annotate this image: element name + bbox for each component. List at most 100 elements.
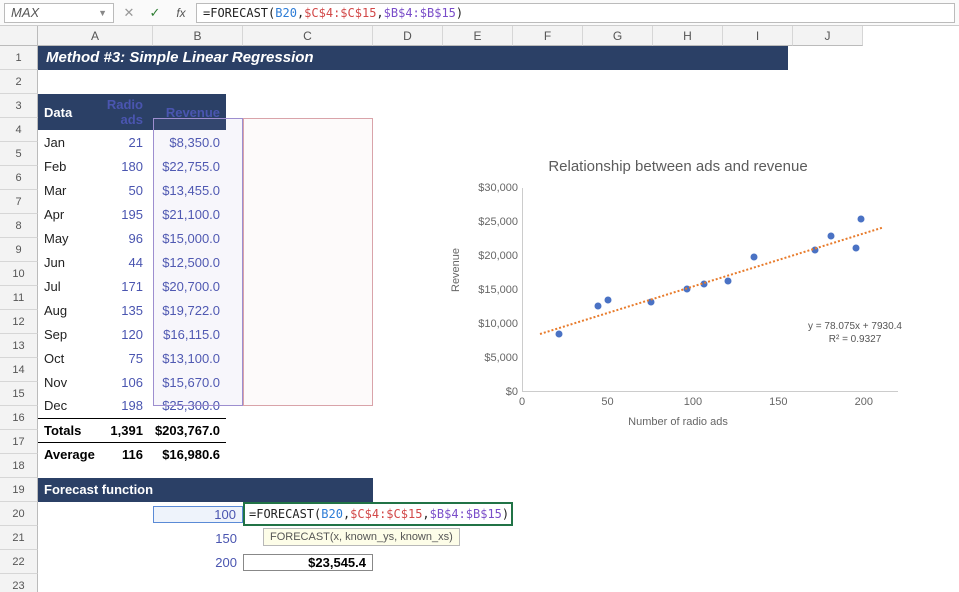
col-header-D[interactable]: D [373, 26, 443, 46]
forecast-input-1[interactable]: 150 [153, 531, 243, 546]
name-box-text: MAX [11, 5, 39, 20]
row-header-14[interactable]: 14 [0, 358, 38, 382]
col-header-A[interactable]: A [38, 26, 153, 46]
col-header-I[interactable]: I [723, 26, 793, 46]
cell-month[interactable]: Apr [38, 202, 101, 226]
row-header-1[interactable]: 1 [0, 46, 38, 70]
forecast-result-2[interactable]: $23,545.4 [243, 554, 373, 571]
row-header-7[interactable]: 7 [0, 190, 38, 214]
forecast-input-0[interactable]: 100 [153, 506, 243, 523]
row-header-20[interactable]: 20 [0, 502, 38, 526]
cell-ads[interactable]: 21 [101, 130, 149, 154]
cell-month[interactable]: May [38, 226, 101, 250]
row-header-18[interactable]: 18 [0, 454, 38, 478]
select-all-corner[interactable] [0, 26, 38, 46]
scatter-chart[interactable]: Relationship between ads and revenue Rev… [438, 152, 918, 446]
cell-month[interactable]: Sep [38, 322, 101, 346]
cell-label[interactable]: Totals [38, 418, 101, 442]
cell-month[interactable]: Dec [38, 394, 101, 418]
cell-ads[interactable]: 180 [101, 154, 149, 178]
chart-title: Relationship between ads and revenue [438, 152, 918, 179]
cancel-formula-button[interactable]: ✕ [118, 3, 140, 23]
row-header-4[interactable]: 4 [0, 118, 38, 142]
name-box[interactable]: MAX ▼ [4, 3, 114, 23]
row-header-15[interactable]: 15 [0, 382, 38, 406]
cell-rev[interactable]: $16,980.6 [149, 442, 226, 466]
cell-ads[interactable]: 198 [101, 394, 149, 418]
formula-text: =FORECAST(B20,$C$4:$C$15,$B$4:$B$15) [203, 6, 463, 20]
row-header-16[interactable]: 16 [0, 406, 38, 430]
cell-ads[interactable]: 116 [101, 442, 149, 466]
table-row-average[interactable]: Average 116 $16,980.6 [38, 442, 226, 466]
cell-month[interactable]: Jun [38, 250, 101, 274]
data-point [858, 215, 865, 222]
data-point [605, 296, 612, 303]
title-row: Method #3: Simple Linear Regression [38, 46, 788, 70]
y-tick: $30,000 [478, 182, 518, 194]
row-header-19[interactable]: 19 [0, 478, 38, 502]
cell-rev[interactable]: $203,767.0 [149, 418, 226, 442]
plot-area [522, 188, 898, 392]
row-header-17[interactable]: 17 [0, 430, 38, 454]
col-header-B[interactable]: B [153, 26, 243, 46]
cell-month[interactable]: Jan [38, 130, 101, 154]
row-header-21[interactable]: 21 [0, 526, 38, 550]
accept-formula-button[interactable]: ✓ [144, 3, 166, 23]
cell-month[interactable]: Aug [38, 298, 101, 322]
row-header-6[interactable]: 6 [0, 166, 38, 190]
cell-month[interactable]: Jul [38, 274, 101, 298]
x-tick: 50 [592, 396, 622, 408]
row-header-10[interactable]: 10 [0, 262, 38, 286]
cell-ads[interactable]: 50 [101, 178, 149, 202]
cell-month[interactable]: Oct [38, 346, 101, 370]
cell-ads[interactable]: 171 [101, 274, 149, 298]
y-tick: $5,000 [478, 352, 518, 364]
row-header-22[interactable]: 22 [0, 550, 38, 574]
row-header-2[interactable]: 2 [0, 70, 38, 94]
fx-icon[interactable]: fx [170, 3, 192, 23]
y-axis-label: Revenue [450, 248, 462, 292]
hdr-month[interactable]: Data [38, 94, 101, 130]
row-header-3[interactable]: 3 [0, 94, 38, 118]
hdr-ads[interactable]: Radio ads [101, 94, 149, 130]
row-header-9[interactable]: 9 [0, 238, 38, 262]
cell-label[interactable]: Average [38, 442, 101, 466]
row-header-5[interactable]: 5 [0, 142, 38, 166]
y-tick: $20,000 [478, 250, 518, 262]
row-header-8[interactable]: 8 [0, 214, 38, 238]
col-header-E[interactable]: E [443, 26, 513, 46]
cell-month[interactable]: Mar [38, 178, 101, 202]
col-header-C[interactable]: C [243, 26, 373, 46]
active-cell-editor[interactable]: =FORECAST(B20,$C$4:$C$15,$B$4:$B$15) [243, 502, 513, 526]
col-header-J[interactable]: J [793, 26, 863, 46]
cell-ads[interactable]: 135 [101, 298, 149, 322]
cell-ads[interactable]: 195 [101, 202, 149, 226]
cell-ads[interactable]: 75 [101, 346, 149, 370]
row-header-12[interactable]: 12 [0, 310, 38, 334]
cell-ads[interactable]: 1,391 [101, 418, 149, 442]
col-header-G[interactable]: G [583, 26, 653, 46]
data-point [853, 244, 860, 251]
cell-ads[interactable]: 96 [101, 226, 149, 250]
cell-month[interactable]: Feb [38, 154, 101, 178]
row-header-13[interactable]: 13 [0, 334, 38, 358]
cell-month[interactable]: Nov [38, 370, 101, 394]
table-row-totals[interactable]: Totals 1,391 $203,767.0 [38, 418, 226, 442]
formula-input[interactable]: =FORECAST(B20,$C$4:$C$15,$B$4:$B$15) [196, 3, 955, 23]
cell-ads[interactable]: 44 [101, 250, 149, 274]
data-point [595, 303, 602, 310]
col-header-H[interactable]: H [653, 26, 723, 46]
x-tick: 150 [763, 396, 793, 408]
trendline [540, 227, 882, 335]
row-header-23[interactable]: 23 [0, 574, 38, 592]
y-tick: $10,000 [478, 318, 518, 330]
cell-ads[interactable]: 106 [101, 370, 149, 394]
cell-ads[interactable]: 120 [101, 322, 149, 346]
x-tick: 200 [849, 396, 879, 408]
forecast-input-2[interactable]: 200 [153, 555, 243, 570]
row-header-11[interactable]: 11 [0, 286, 38, 310]
y-tick: $15,000 [478, 284, 518, 296]
column-headers: ABCDEFGHIJ [38, 26, 863, 46]
selection-range-b [153, 118, 243, 406]
col-header-F[interactable]: F [513, 26, 583, 46]
